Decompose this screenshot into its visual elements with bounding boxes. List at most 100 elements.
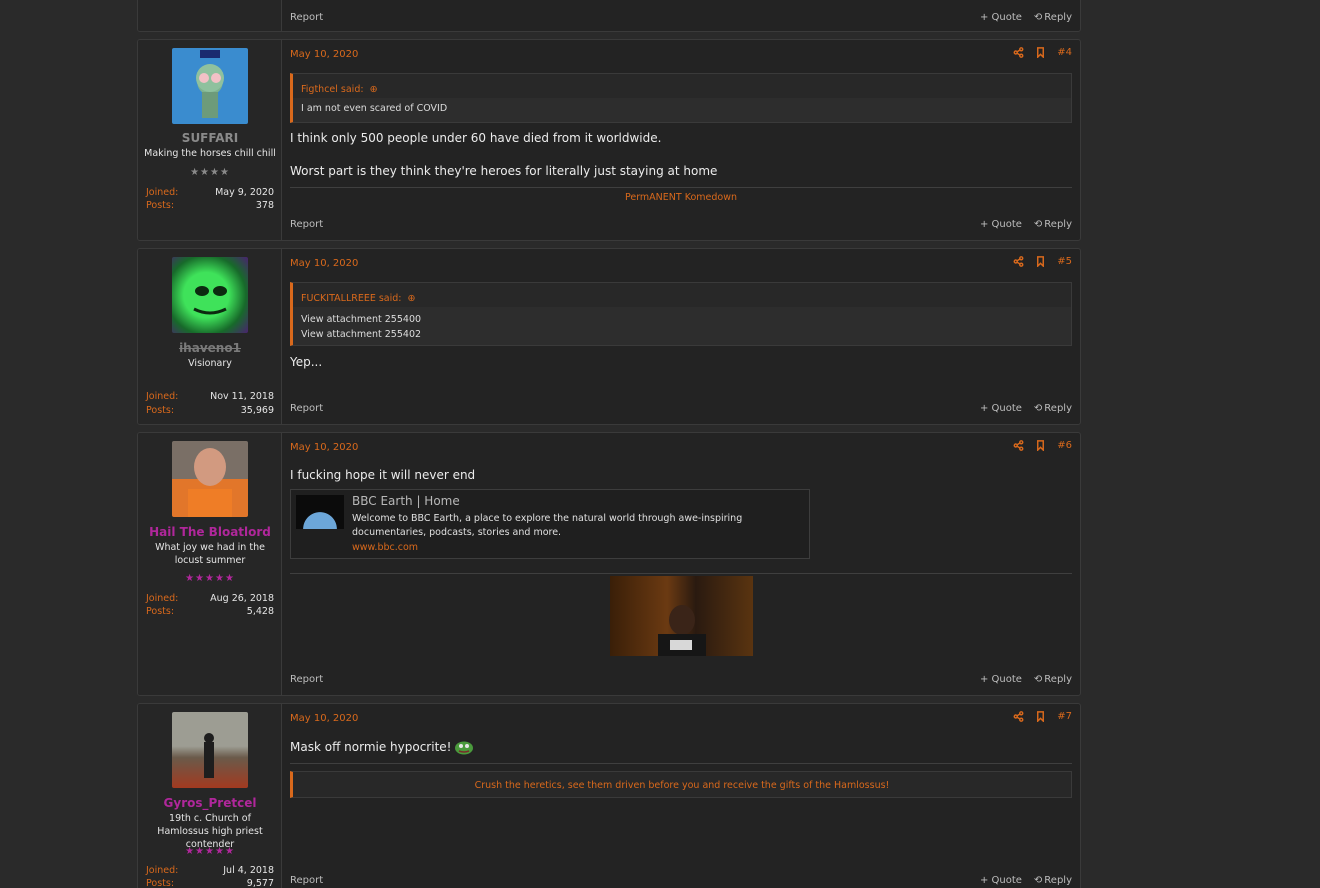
post-number[interactable]: #7: [1057, 711, 1072, 722]
link-description: Welcome to BBC Earth, a place to explore…: [352, 513, 743, 538]
share-icon[interactable]: [1013, 440, 1024, 451]
post-footer: Report + Quote ⟲ Reply: [290, 672, 1072, 688]
joined-stat: Joined: Nov 11, 2018: [146, 391, 274, 402]
arrow-up-circle-icon[interactable]: ⊕: [370, 84, 378, 95]
attachment-link[interactable]: View attachment 255402: [301, 327, 1063, 342]
quote-block: FUCKITALLREEE said: ⊕ View attachment 255…: [290, 282, 1072, 346]
report-link[interactable]: Report: [290, 674, 323, 685]
user-column: Hail The Bloatlord What joy we had in th…: [138, 433, 282, 695]
signature-box: Crush the heretics, see them driven befo…: [290, 771, 1072, 798]
quote-button[interactable]: + Quote: [980, 403, 1022, 414]
bookmark-icon[interactable]: [1035, 711, 1046, 722]
signature: Crush the heretics, see them driven befo…: [474, 780, 890, 791]
post-footer: Report + Quote ⟲ Reply: [290, 217, 1072, 233]
share-icon[interactable]: [1013, 47, 1024, 58]
post-text: Worst part is they think they're heroes …: [290, 164, 718, 178]
user-title: What joy we had in the locust summer: [155, 542, 265, 566]
pepe-emoji-icon: [455, 741, 474, 755]
signature-divider: [290, 187, 1072, 188]
report-link[interactable]: Report: [290, 875, 323, 886]
arrow-up-circle-icon[interactable]: ⊕: [408, 293, 416, 304]
report-link[interactable]: Report: [290, 219, 323, 230]
post-text: Mask off normie hypocrite!: [290, 739, 474, 755]
posts-stat: Posts: 9,577: [146, 878, 274, 888]
user-rank-stars: ★★★★★: [185, 573, 235, 584]
reply-button[interactable]: ⟲ Reply: [1034, 674, 1072, 685]
post-7: Gyros_Pretcel 19th c. Church of Hamlossu…: [137, 703, 1081, 888]
signature-divider: [290, 763, 1072, 764]
reply-icon: ⟲: [1033, 12, 1043, 23]
avatar-image: [196, 50, 224, 118]
post-number[interactable]: #4: [1057, 47, 1072, 58]
joined-stat: Joined: May 9, 2020: [146, 187, 274, 198]
share-icon[interactable]: [1013, 711, 1024, 722]
signature: PermANENT Komedown: [624, 192, 738, 203]
reply-icon: ⟲: [1033, 219, 1043, 230]
username[interactable]: Hail The Bloatlord: [138, 525, 282, 539]
posts-stat: Posts: 378: [146, 200, 274, 211]
user-title: Visionary: [188, 358, 232, 369]
quote-author[interactable]: Figthcel said:: [301, 84, 364, 95]
user-column: ihaveno1 Visionary Joined: Nov 11, 2018 P…: [138, 249, 282, 424]
post-footer: Report + Quote ⟲ Reply: [290, 873, 1072, 888]
user-column: SUFFARI Making the horses chill chill ★★…: [138, 40, 282, 240]
avatar[interactable]: [172, 441, 248, 517]
link-url[interactable]: www.bbc.com: [352, 542, 418, 553]
joined-stat: Joined: Aug 26, 2018: [146, 593, 274, 604]
reply-button[interactable]: ⟲ Reply: [1034, 875, 1072, 886]
user-title: Making the horses chill chill: [144, 148, 276, 159]
reply-icon: ⟲: [1033, 674, 1043, 685]
reply-icon: ⟲: [1033, 875, 1043, 886]
post-date[interactable]: May 10, 2020: [290, 442, 358, 453]
reply-icon: ⟲: [1033, 403, 1043, 414]
user-rank-stars: ★★★★: [190, 167, 230, 178]
posts-stat: Posts: 35,969: [146, 405, 274, 416]
user-rank-stars: ★★★★★: [185, 846, 235, 857]
report-link[interactable]: Report: [290, 12, 323, 23]
quote-button[interactable]: + Quote: [980, 875, 1022, 886]
username[interactable]: ihaveno1: [138, 341, 282, 355]
link-thumbnail: [296, 495, 344, 529]
signature-image: [610, 576, 753, 656]
post-actions: #7: [1013, 711, 1072, 722]
post-actions: #6: [1013, 440, 1072, 451]
bookmark-icon[interactable]: [1035, 47, 1046, 58]
post-date[interactable]: May 10, 2020: [290, 49, 358, 60]
reply-button[interactable]: ⟲ Reply: [1034, 219, 1072, 230]
quote-button[interactable]: + Quote: [980, 12, 1022, 23]
avatar-image: [204, 733, 214, 778]
share-icon[interactable]: [1013, 256, 1024, 267]
user-column: [138, 0, 282, 31]
signature-divider: [290, 573, 1072, 574]
post-footer: Report + Quote ⟲ Reply: [290, 401, 1072, 417]
post-date[interactable]: May 10, 2020: [290, 713, 358, 724]
post-text: I think only 500 people under 60 have di…: [290, 131, 662, 145]
reply-button[interactable]: ⟲ Reply: [1034, 12, 1072, 23]
post-text-content: Mask off normie hypocrite!: [290, 740, 452, 754]
post-actions: #5: [1013, 256, 1072, 267]
report-link[interactable]: Report: [290, 403, 323, 414]
avatar-image: [188, 448, 232, 517]
posts-stat: Posts: 5,428: [146, 606, 274, 617]
post-number[interactable]: #6: [1057, 440, 1072, 451]
user-column: Gyros_Pretcel 19th c. Church of Hamlossu…: [138, 704, 282, 888]
username[interactable]: Gyros_Pretcel: [138, 796, 282, 810]
quote-button[interactable]: + Quote: [980, 674, 1022, 685]
quote-author[interactable]: FUCKITALLREEE said:: [301, 293, 402, 304]
post-6: Hail The Bloatlord What joy we had in th…: [137, 432, 1081, 696]
bookmark-icon[interactable]: [1035, 256, 1046, 267]
post-number[interactable]: #5: [1057, 256, 1072, 267]
post-date[interactable]: May 10, 2020: [290, 258, 358, 269]
link-title[interactable]: BBC Earth | Home: [352, 494, 460, 508]
avatar[interactable]: [172, 257, 248, 333]
attachment-link[interactable]: View attachment 255400: [301, 312, 1063, 327]
username[interactable]: SUFFARI: [138, 131, 282, 145]
quote-button[interactable]: + Quote: [980, 219, 1022, 230]
avatar[interactable]: [172, 712, 248, 788]
link-preview-card[interactable]: BBC Earth | Home Welcome to BBC Earth, a…: [290, 489, 810, 559]
reply-button[interactable]: ⟲ Reply: [1034, 403, 1072, 414]
bookmark-icon[interactable]: [1035, 440, 1046, 451]
avatar[interactable]: [172, 48, 248, 124]
post-3-partial: Report + Quote ⟲ Reply: [137, 0, 1081, 32]
post-text: Yep...: [290, 355, 323, 369]
